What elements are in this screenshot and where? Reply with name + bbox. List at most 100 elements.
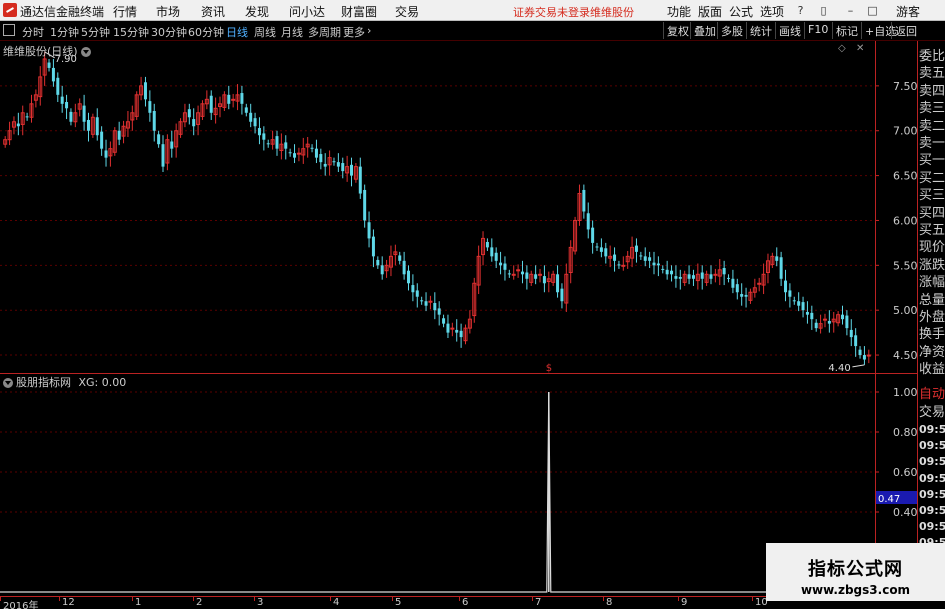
- auto-label[interactable]: 自动: [919, 383, 945, 402]
- indicator-value: XG: 0.00: [78, 376, 127, 389]
- user-label[interactable]: 游客: [896, 3, 920, 20]
- indicator-title: 股朋指标网 XG: 0.00: [3, 374, 126, 390]
- quote-label: 外盘: [919, 310, 945, 325]
- current-stock-name: 维维股份: [590, 6, 634, 19]
- dropdown-icon[interactable]: [80, 47, 91, 57]
- date-tick: [254, 597, 255, 601]
- more-chevron-icon[interactable]: ›: [367, 24, 371, 37]
- candlestick-panel[interactable]: 4.50 5.00 5.50 6.00 6.50 7.00 7.50 7.90 4.40 $ 维维…: [0, 41, 918, 374]
- candle-body: [494, 252, 498, 261]
- candle-body: [849, 329, 853, 338]
- btn-biaoji[interactable]: 标记: [832, 22, 861, 39]
- period-60min[interactable]: 60分钟: [188, 24, 224, 40]
- menu-xuanxiang[interactable]: 选项: [760, 3, 784, 20]
- candle-body: [779, 257, 783, 279]
- menu-gongshi[interactable]: 公式: [729, 3, 753, 20]
- candle-body: [678, 276, 682, 279]
- date-tick: [459, 597, 460, 601]
- btn-f10[interactable]: F10: [804, 22, 831, 39]
- minimize-icon[interactable]: –: [844, 4, 857, 17]
- close-icon[interactable]: ✕: [856, 43, 864, 54]
- candle-body: [402, 260, 406, 275]
- period-more[interactable]: 更多: [343, 24, 365, 40]
- candle-body: [450, 327, 455, 330]
- candle-body: [170, 141, 174, 149]
- date-label: 3: [257, 597, 264, 608]
- price-tick-label: 6.50: [893, 170, 918, 183]
- phone-icon[interactable]: ▯: [817, 4, 830, 17]
- candle-body: [652, 262, 656, 266]
- candle-body: [784, 280, 788, 293]
- window-icon[interactable]: □: [866, 4, 879, 17]
- date-tick: [752, 597, 753, 601]
- candle-body: [336, 162, 340, 167]
- quote-label: 委比: [919, 49, 945, 64]
- watermark-url: www.zbgs3.com: [800, 583, 911, 597]
- candle-body: [358, 166, 362, 194]
- period-multi[interactable]: 多周期: [308, 24, 341, 40]
- candle-body: [376, 259, 380, 266]
- candle-body: [845, 315, 849, 329]
- menu-caifuquan[interactable]: 财富圈: [341, 3, 377, 20]
- menu-wenxiaoda[interactable]: 问小达: [289, 3, 325, 20]
- trade-label[interactable]: 交易: [919, 401, 945, 420]
- period-monthly[interactable]: 月线: [281, 24, 303, 40]
- period-1min[interactable]: 1分钟: [50, 24, 79, 40]
- menu-faxian[interactable]: 发现: [245, 3, 269, 20]
- candle-body: [459, 330, 463, 338]
- candle-body: [827, 320, 831, 324]
- candle-body: [599, 247, 603, 252]
- date-label: 2016年: [3, 601, 39, 609]
- help-icon[interactable]: ?: [794, 4, 807, 17]
- candle-body: [411, 285, 415, 293]
- candle-body: [257, 128, 261, 136]
- candle-body: [332, 161, 336, 163]
- period-daily[interactable]: 日线: [226, 24, 248, 40]
- menu-gongneng[interactable]: 功能: [667, 3, 691, 20]
- candle-body: [854, 335, 858, 347]
- date-tick: [392, 597, 393, 601]
- quote-label: 买五: [919, 223, 945, 238]
- candle-body: [157, 134, 161, 145]
- candle-body: [621, 264, 626, 267]
- btn-fuquan[interactable]: 复权: [663, 22, 692, 39]
- candle-body: [858, 349, 862, 356]
- btn-fanhui[interactable]: 返回: [891, 22, 920, 39]
- btn-diejia[interactable]: 叠加: [690, 22, 719, 39]
- candle-body: [293, 153, 297, 158]
- candle-body: [560, 288, 564, 302]
- current-value-label: 0.47: [878, 494, 900, 505]
- trade-time: 09:54: [919, 455, 945, 469]
- period-15min[interactable]: 15分钟: [113, 24, 149, 40]
- menu-banmian[interactable]: 版面: [698, 3, 722, 20]
- candle-body: [433, 303, 437, 311]
- candle-body: [534, 274, 538, 279]
- candlestick-chart[interactable]: 4.505.005.506.006.507.007.507.904.40$: [0, 41, 918, 374]
- candle-body: [639, 255, 643, 257]
- candle-body: [407, 270, 411, 284]
- period-5min[interactable]: 5分钟: [81, 24, 110, 40]
- candle-body: [323, 163, 327, 167]
- trade-login-status[interactable]: 证券交易未登录: [513, 4, 590, 20]
- menu-zixun[interactable]: 资讯: [201, 3, 225, 20]
- menu-jiaoyi[interactable]: 交易: [395, 3, 419, 20]
- candle-body: [428, 300, 433, 303]
- period-30min[interactable]: 30分钟: [151, 24, 187, 40]
- candle-body: [249, 112, 253, 122]
- candle-body: [117, 130, 121, 140]
- period-weekly[interactable]: 周线: [254, 24, 276, 40]
- btn-duogu[interactable]: 多股: [717, 22, 746, 39]
- candle-body: [253, 118, 257, 127]
- menu-hangqing[interactable]: 行情: [113, 3, 137, 20]
- diamond-icon[interactable]: ◇: [838, 43, 846, 54]
- candle-body: [227, 94, 231, 104]
- candle-body: [100, 131, 104, 149]
- indicator-panel[interactable]: 0.40 0.60 0.80 1.00 0.47 股朋指标网 XG: 0.00: [0, 374, 918, 596]
- menu-shichang[interactable]: 市场: [156, 3, 180, 20]
- period-fenshi[interactable]: 分时: [22, 24, 44, 40]
- date-tick: [59, 597, 60, 601]
- btn-tongji[interactable]: 统计: [746, 22, 775, 39]
- indicator-dropdown-icon[interactable]: [3, 378, 13, 388]
- btn-huaxian[interactable]: 画线: [775, 22, 804, 39]
- layout-icon[interactable]: [3, 24, 15, 36]
